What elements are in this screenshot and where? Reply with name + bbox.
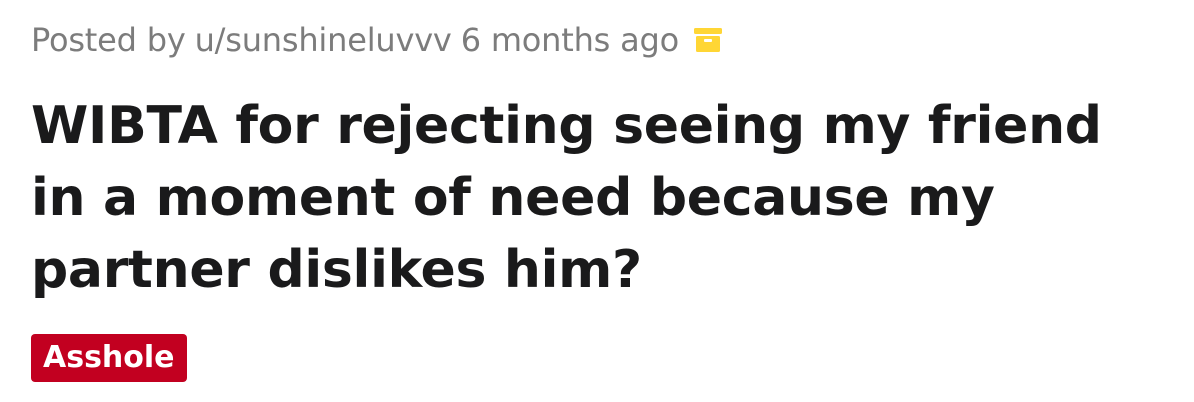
post-flair[interactable]: Asshole [31,334,187,382]
archive-box-icon [693,24,723,54]
author-link[interactable]: u/sunshineluvvv [195,21,452,59]
post-timestamp[interactable]: 6 months ago [461,21,680,59]
post-meta: Posted by u/sunshineluvvv 6 months ago [31,18,723,62]
post-title[interactable]: WIBTA for rejecting seeing my friend in … [31,90,1171,306]
posted-by-label: Posted by [31,21,186,59]
